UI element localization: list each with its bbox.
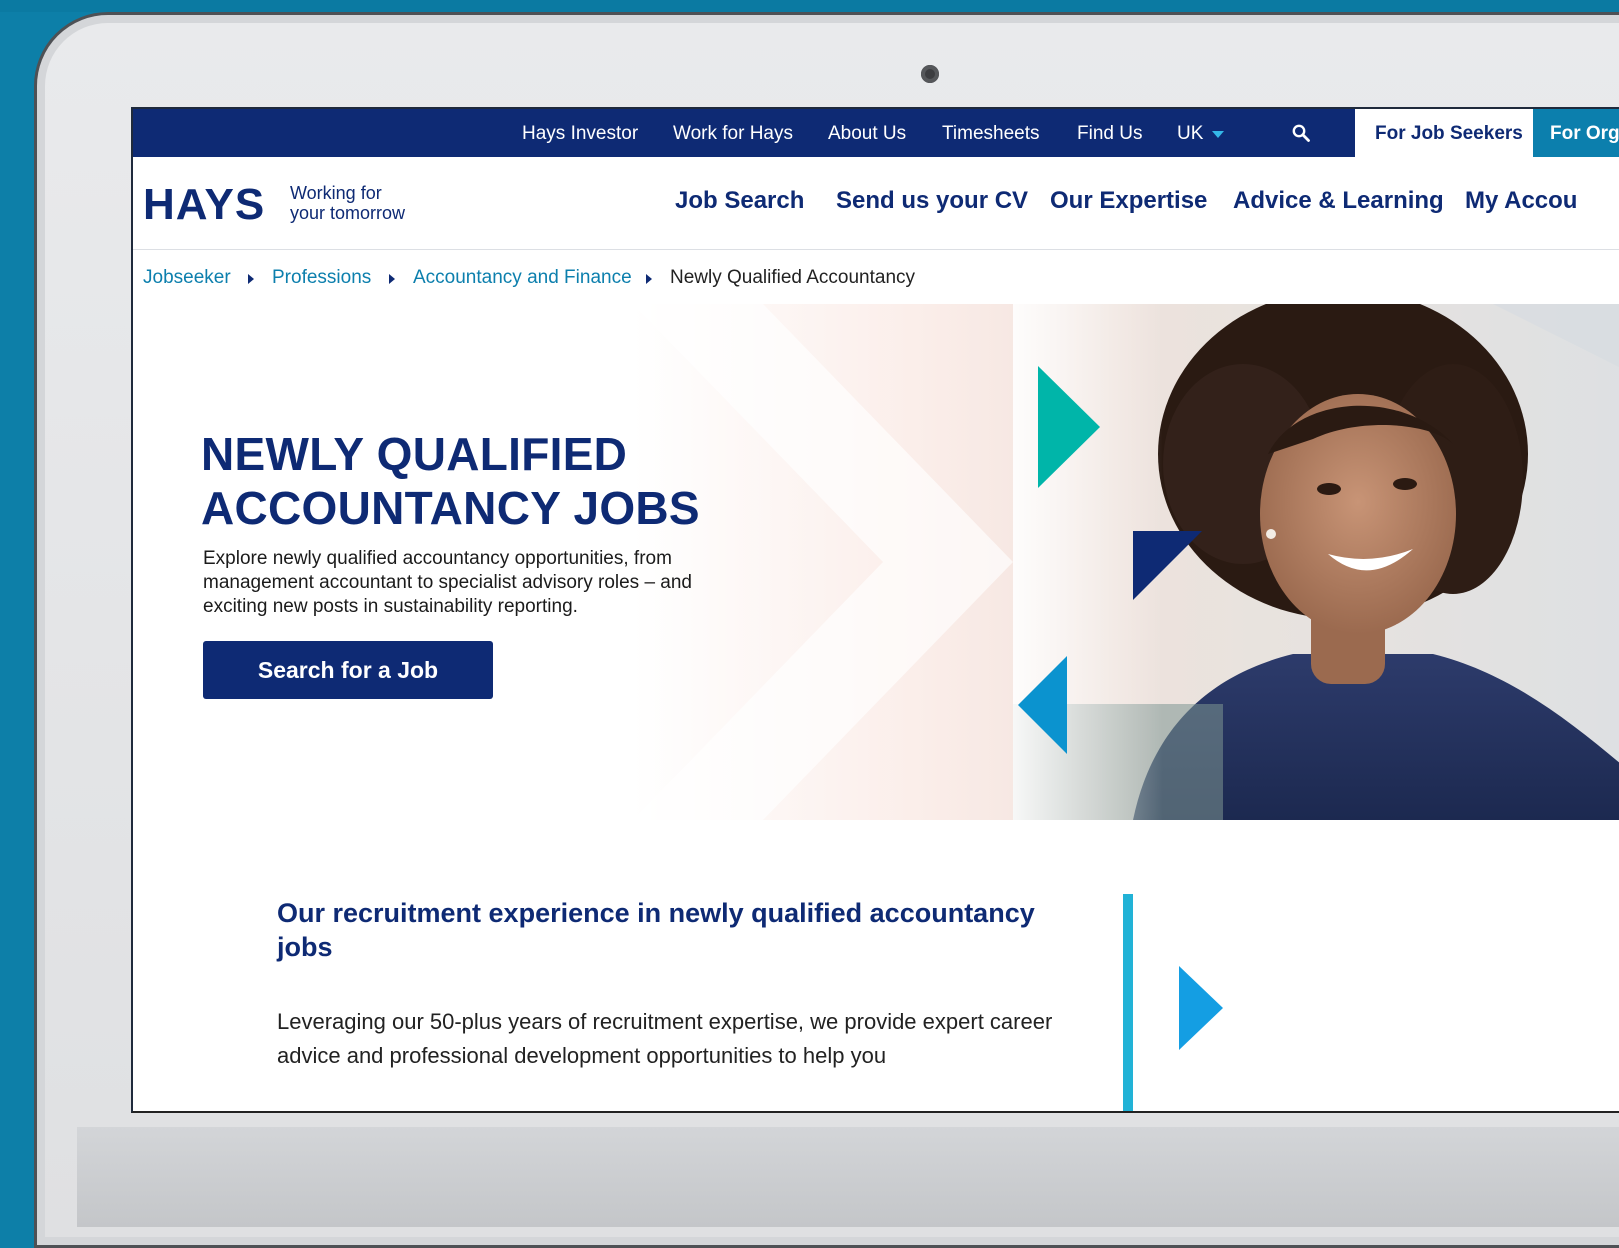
- hero-title: NEWLY QUALIFIED ACCOUNTANCY JOBS: [201, 427, 700, 535]
- play-icon[interactable]: [1179, 966, 1223, 1050]
- chevron-right-icon: [646, 274, 652, 284]
- logo-tagline: Working for your tomorrow: [290, 183, 405, 223]
- breadcrumb-jobseeker[interactable]: Jobseeker: [143, 267, 231, 289]
- tab-for-organisations[interactable]: For Org: [1533, 109, 1619, 157]
- hero-title-line-1: NEWLY QUALIFIED: [201, 428, 628, 480]
- hero-description: Explore newly qualified accountancy oppo…: [203, 548, 692, 617]
- browser-viewport: Hays Investor Work for Hays About Us Tim…: [131, 107, 1619, 1113]
- nav-advice-learning[interactable]: Advice & Learning: [1233, 187, 1444, 215]
- camera-icon: [921, 65, 939, 83]
- nav-job-search[interactable]: Job Search: [675, 187, 804, 215]
- tab-for-job-seekers-label: For Job Seekers: [1375, 123, 1523, 144]
- region-selector[interactable]: UK: [1177, 123, 1203, 145]
- hays-logo[interactable]: HAYS: [143, 180, 265, 230]
- search-icon[interactable]: [1292, 124, 1310, 142]
- laptop-bottom-bezel: [77, 1127, 1619, 1227]
- chevron-down-icon: [1212, 131, 1224, 138]
- hero-triangle-shapes: [1018, 366, 1202, 754]
- link-timesheets[interactable]: Timesheets: [942, 123, 1040, 145]
- hero-title-line-2: ACCOUNTANCY JOBS: [201, 482, 700, 534]
- chevron-right-icon: [389, 274, 395, 284]
- section-divider: [1123, 894, 1133, 1111]
- link-hays-investor[interactable]: Hays Investor: [522, 123, 638, 145]
- logo-text: HAYS: [143, 180, 266, 229]
- tagline-line-1: Working for: [290, 183, 382, 203]
- hero-banner: [633, 304, 1619, 820]
- main-header: HAYS Working for your tomorrow Job Searc…: [133, 157, 1619, 250]
- background: [0, 0, 1619, 12]
- breadcrumb-current: Newly Qualified Accountancy: [670, 267, 916, 288]
- utility-bar: Hays Investor Work for Hays About Us Tim…: [133, 109, 1619, 157]
- tagline-line-2: your tomorrow: [290, 203, 406, 223]
- chevron-right-icon: [248, 274, 254, 284]
- breadcrumb-professions[interactable]: Professions: [272, 267, 371, 289]
- link-work-for-hays[interactable]: Work for Hays: [673, 123, 793, 145]
- nav-send-cv[interactable]: Send us your CV: [836, 187, 1028, 215]
- section-body: Leveraging our 50-plus years of recruitm…: [277, 1009, 1053, 1068]
- tab-for-job-seekers[interactable]: For Job Seekers: [1355, 109, 1533, 157]
- nav-our-expertise[interactable]: Our Expertise: [1050, 187, 1207, 215]
- section-title: Our recruitment experience in newly qual…: [277, 898, 1035, 962]
- nav-my-account[interactable]: My Accou: [1465, 187, 1577, 215]
- link-about-us[interactable]: About Us: [828, 123, 906, 145]
- tab-for-organisations-label: For Org: [1550, 123, 1619, 144]
- search-for-job-button[interactable]: Search for a Job: [203, 641, 493, 699]
- breadcrumb-accountancy-finance[interactable]: Accountancy and Finance: [413, 267, 632, 289]
- link-find-us[interactable]: Find Us: [1077, 123, 1142, 145]
